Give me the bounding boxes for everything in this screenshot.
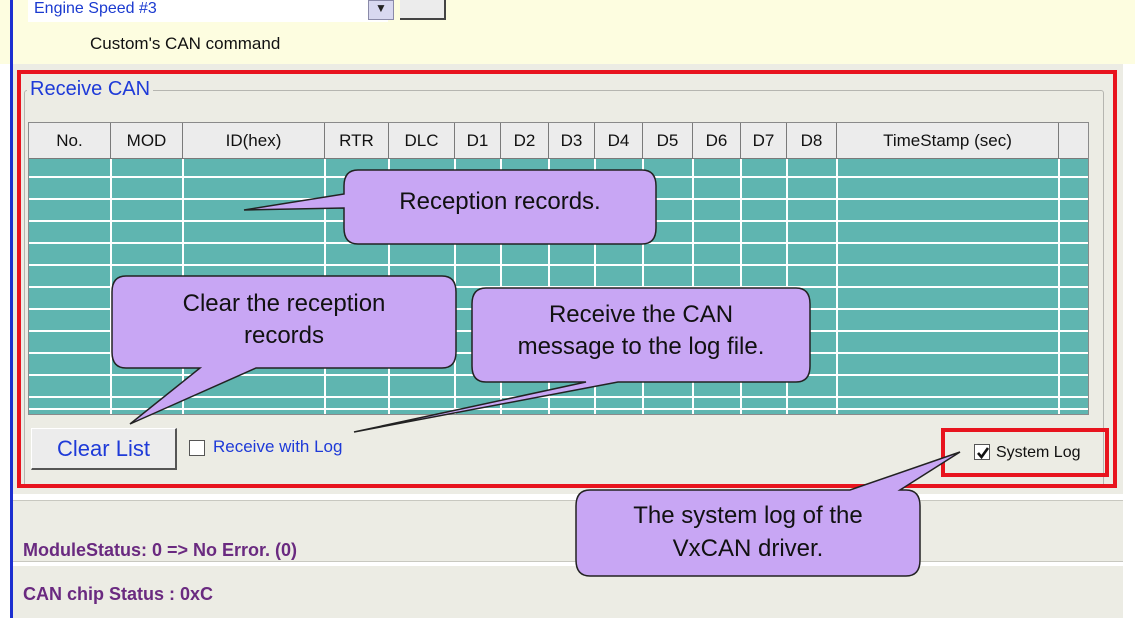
callout-system-log-line2: VxCAN driver. bbox=[672, 535, 824, 562]
callout-clear-records-line2: records bbox=[243, 322, 325, 349]
callout-clear-records-line1: Clear the reception bbox=[182, 290, 386, 317]
callout-receive-log-line1: Receive the CAN bbox=[548, 301, 734, 328]
callout-system-log-line1: The system log of the bbox=[633, 502, 863, 529]
callout-reception-records-text: Reception records. bbox=[399, 188, 601, 215]
callout-receive-log-line2: message to the log file. bbox=[517, 333, 765, 360]
